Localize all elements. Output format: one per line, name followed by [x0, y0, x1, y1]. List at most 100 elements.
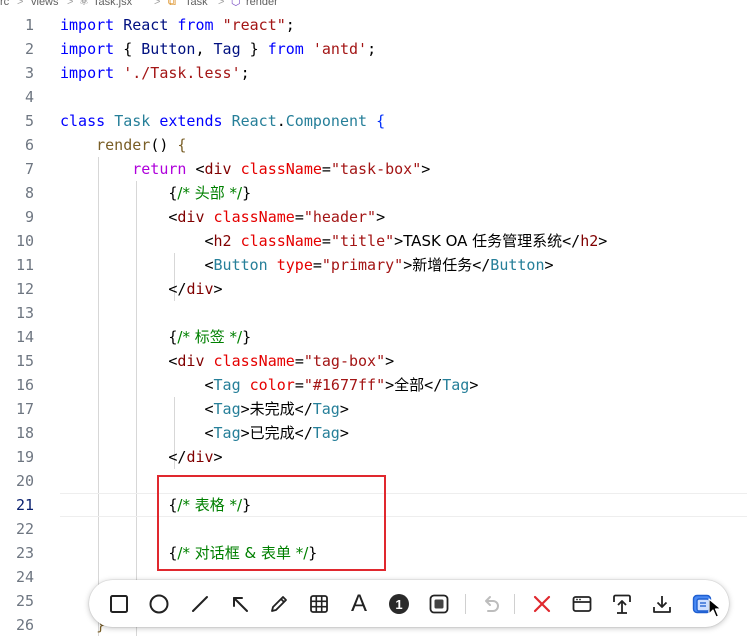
- code-token: return: [132, 160, 187, 178]
- line-number: 2: [24, 40, 34, 58]
- code-text: <div className="tag-box">: [60, 349, 394, 373]
- breadcrumb-item-class[interactable]: Task: [185, 0, 208, 8]
- code-token: div: [177, 352, 205, 370]
- code-token: Tag: [213, 400, 241, 418]
- code-line[interactable]: 12 </div>: [0, 277, 747, 301]
- breadcrumb-item-method[interactable]: render: [246, 0, 278, 8]
- code-token: >: [394, 232, 404, 250]
- breadcrumb-item-file[interactable]: Task.jsx: [93, 0, 132, 8]
- ellipse-tool[interactable]: [146, 591, 172, 617]
- code-text: import React from "react";: [60, 13, 295, 37]
- pencil-icon: [271, 596, 287, 612]
- line-number: 24: [15, 568, 34, 586]
- code-line[interactable]: 13: [0, 301, 747, 325]
- code-line[interactable]: 8 {/* 头部 */}: [0, 181, 747, 205]
- screenshot-toolbar: A 1: [89, 580, 729, 627]
- code-token: ;: [240, 64, 250, 82]
- code-token: >: [598, 232, 608, 250]
- annotation-rectangle[interactable]: [157, 475, 386, 571]
- code-token: color: [249, 376, 295, 394]
- breadcrumb-item-src[interactable]: rc: [0, 0, 9, 8]
- mouse-cursor: [708, 598, 722, 618]
- code-line[interactable]: 14 {/* 标签 */}: [0, 325, 747, 349]
- line-number: 19: [15, 448, 34, 466]
- code-line[interactable]: 11 <Button type="primary">新增任务</Button>: [0, 253, 747, 277]
- code-token: =: [312, 256, 322, 274]
- arrow-tool[interactable]: [227, 591, 253, 617]
- code-token: Tag: [442, 376, 470, 394]
- code-token: h2: [580, 232, 599, 250]
- code-token: >: [339, 400, 349, 418]
- code-line[interactable]: 17 <Tag>未完成</Tag>: [0, 397, 747, 421]
- code-token: </: [562, 232, 581, 250]
- code-line[interactable]: 15 <div className="tag-box">: [0, 349, 747, 373]
- cancel-button[interactable]: [529, 591, 555, 617]
- rectangle-tool[interactable]: [106, 591, 132, 617]
- circle-icon: [149, 594, 169, 614]
- code-token: className: [240, 160, 322, 178]
- code-line[interactable]: 4: [0, 85, 747, 109]
- code-token: Button: [490, 256, 545, 274]
- code-token: "react": [222, 16, 286, 34]
- code-token: <: [60, 232, 214, 250]
- highlight-tool[interactable]: [426, 591, 452, 617]
- text-icon: A: [350, 590, 367, 617]
- code-token: ;: [367, 40, 377, 58]
- code-token: >: [376, 208, 386, 226]
- line-number: 6: [24, 136, 34, 154]
- code-text: return <div className="task-box">: [60, 157, 430, 181]
- code-token: >: [385, 376, 395, 394]
- code-line[interactable]: 10 <h2 className="title">TASK OA 任务管理系统<…: [0, 229, 747, 253]
- code-token: =: [294, 208, 304, 226]
- code-token: Tag: [312, 424, 340, 442]
- window-button[interactable]: [569, 591, 595, 617]
- code-line[interactable]: 1 import React from "react";: [0, 13, 747, 37]
- code-line[interactable]: 7 return <div className="task-box">: [0, 157, 747, 181]
- download-icon: [653, 596, 671, 613]
- code-token: <: [186, 160, 205, 178]
- code-token: Tag: [312, 400, 340, 418]
- code-token: /* 头部 */: [177, 184, 243, 202]
- code-token: extends: [159, 112, 223, 130]
- code-token: >: [544, 256, 554, 274]
- code-line[interactable]: 16 <Tag color="#1677ff">全部</Tag>: [0, 373, 747, 397]
- line-tool[interactable]: [187, 591, 213, 617]
- counter-tool[interactable]: 1: [386, 591, 412, 617]
- code-line[interactable]: 2 import { Button, Tag } from 'antd';: [0, 37, 747, 61]
- code-token: >: [240, 424, 250, 442]
- line-number: 23: [15, 544, 34, 562]
- code-token: "tag-box": [303, 352, 386, 370]
- code-token: </: [472, 256, 491, 274]
- code-line[interactable]: 6 render() {: [0, 133, 747, 157]
- code-line[interactable]: 18 <Tag>已完成</Tag>: [0, 421, 747, 445]
- pin-button[interactable]: [609, 591, 635, 617]
- code-line[interactable]: 5 class Task extends React.Component {: [0, 109, 747, 133]
- undo-button[interactable]: [478, 591, 504, 617]
- line-number: 3: [24, 64, 34, 82]
- save-button[interactable]: [649, 591, 675, 617]
- code-token: import: [60, 64, 115, 82]
- code-text: <Tag>已完成</Tag>: [60, 421, 348, 445]
- code-line[interactable]: 3 import './Task.less';: [0, 61, 747, 85]
- pen-tool[interactable]: [266, 591, 292, 617]
- code-line[interactable]: 19 </div>: [0, 445, 747, 469]
- line-icon: [192, 596, 208, 612]
- line-number: 20: [15, 472, 34, 490]
- mosaic-tool[interactable]: [306, 591, 332, 617]
- line-number: 13: [15, 304, 34, 322]
- code-text: <Button type="primary">新增任务</Button>: [60, 253, 554, 277]
- code-token: ,: [195, 40, 214, 58]
- code-line[interactable]: 9 <div className="header">: [0, 205, 747, 229]
- text-tool[interactable]: A: [346, 591, 372, 617]
- code-token: /* 标签 */: [177, 328, 243, 346]
- code-text: </div>: [60, 277, 222, 301]
- breadcrumb-item-views[interactable]: views: [31, 0, 59, 8]
- code-text: import { Button, Tag } from 'antd';: [60, 37, 376, 61]
